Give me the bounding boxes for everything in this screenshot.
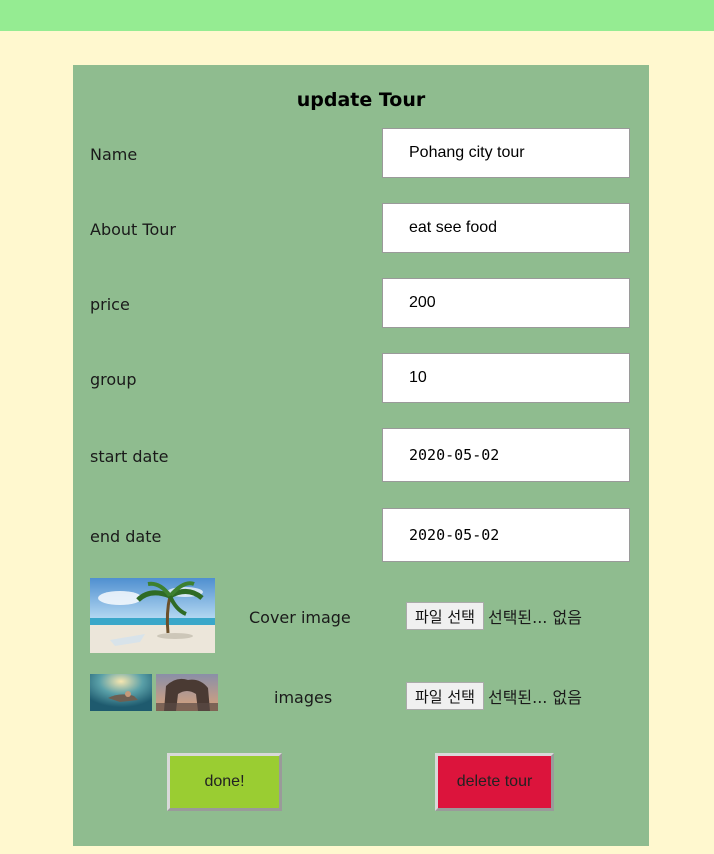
images-file-picker: 파일 선택 선택된... 없음 [406, 682, 582, 710]
done-button[interactable]: done! [167, 753, 282, 811]
cover-image-choose-file-button[interactable]: 파일 선택 [406, 602, 484, 630]
group-input[interactable]: 10 [382, 353, 630, 403]
end-date-label: end date [90, 527, 162, 546]
cover-image-file-picker: 파일 선택 선택된... 없음 [406, 602, 582, 630]
images-label: images [274, 688, 333, 707]
about-tour-input[interactable]: eat see food [382, 203, 630, 253]
name-label: Name [90, 145, 138, 164]
cover-image-file-status: 선택된... 없음 [487, 608, 582, 627]
cover-image-label: Cover image [249, 608, 351, 627]
end-date-input[interactable]: 2020-05-02 [382, 508, 630, 562]
update-tour-form: update Tour Name Pohang city tour About … [73, 65, 649, 846]
images-file-status: 선택된... 없음 [487, 688, 582, 707]
image-thumbnail-rock-arch [156, 674, 218, 711]
group-label: group [90, 370, 137, 389]
delete-tour-button[interactable]: delete tour [435, 753, 554, 811]
start-date-label: start date [90, 447, 169, 466]
name-input[interactable]: Pohang city tour [382, 128, 630, 178]
start-date-input[interactable]: 2020-05-02 [382, 428, 630, 482]
top-bar [0, 0, 714, 31]
about-tour-label: About Tour [90, 220, 176, 239]
form-title: update Tour [296, 89, 426, 111]
image-thumbnail-underwater [90, 674, 152, 711]
price-input[interactable]: 200 [382, 278, 630, 328]
cover-image-thumbnail [90, 578, 215, 653]
images-choose-file-button[interactable]: 파일 선택 [406, 682, 484, 710]
price-label: price [90, 295, 130, 314]
